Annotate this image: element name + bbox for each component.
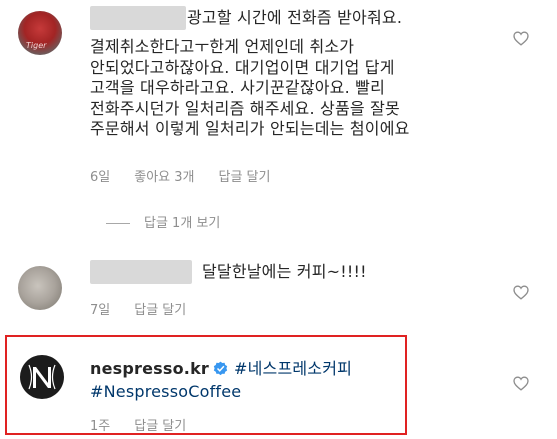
heart-outline-icon[interactable] xyxy=(513,376,529,391)
avatar[interactable] xyxy=(18,266,62,310)
view-replies-label[interactable]: 답글 1개 보기 xyxy=(144,216,220,231)
view-replies-button[interactable]: 답글 1개 보기 xyxy=(106,212,220,231)
comment-time: 7일 xyxy=(90,303,111,318)
comment-time: 6일 xyxy=(90,170,111,185)
heart-outline-icon[interactable] xyxy=(513,31,529,46)
blurred-username xyxy=(90,260,192,284)
comment-text-line1: 광고할 시간에 전화즘 받아줘요. xyxy=(187,8,403,27)
blurred-username xyxy=(90,6,186,30)
like-count[interactable]: 좋아요 3개 xyxy=(134,170,194,185)
divider-line xyxy=(106,223,130,224)
highlight-box xyxy=(5,335,407,435)
comment-text: 결제취소한다고ㅜ한게 언제인데 취소가 안되었다고하잖아요. 대기업이면 대기업… xyxy=(90,37,410,139)
heart-outline-icon[interactable] xyxy=(513,285,529,300)
avatar[interactable]: Tiger xyxy=(18,11,62,55)
reply-button[interactable]: 답글 달기 xyxy=(218,170,270,185)
comment-meta: 7일 답글 달기 xyxy=(90,299,210,318)
comment-text: 달달한날에는 커피~!!!! xyxy=(202,262,367,281)
comment-meta: 6일 좋아요 3개 답글 달기 xyxy=(90,166,294,185)
reply-button[interactable]: 답글 달기 xyxy=(134,303,186,318)
